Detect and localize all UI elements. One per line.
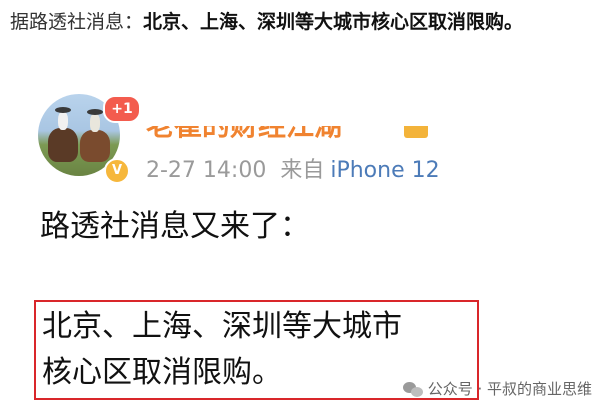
verified-badge-icon: V (104, 158, 130, 184)
rider-shape (58, 112, 68, 130)
post-text-line: 北京、上海、深圳等大城市 (42, 309, 402, 344)
page: 据路透社消息：北京、上海、深圳等大城市核心区取消限购。 +1 V 老崔的财经江湖… (0, 0, 610, 413)
caption-line: 据路透社消息：北京、上海、深圳等大城市核心区取消限购。 (10, 2, 523, 42)
post-time: 2-27 14:00 (146, 158, 267, 183)
post-from-label: 来自 (280, 158, 325, 183)
post-meta: 2-27 14:00 来自 iPhone 12 (146, 156, 440, 186)
watermark: 公众号 · 平叔的商业思维 (402, 378, 592, 400)
hat-shape (55, 107, 71, 113)
horse-shape (48, 128, 78, 162)
notification-badge: +1 (103, 95, 141, 123)
vip-icon (404, 126, 430, 140)
username[interactable]: 老崔的财经江湖 (146, 126, 342, 140)
hat-shape (87, 109, 103, 115)
post-text-line: 核心区取消限购。 (42, 355, 282, 390)
post-text-line: 路透社消息又来了： (40, 209, 310, 244)
username-clip[interactable]: 老崔的财经江湖 (140, 126, 440, 140)
rider-shape (90, 114, 100, 132)
post-device[interactable]: iPhone 12 (330, 158, 439, 183)
wechat-icon (402, 381, 423, 398)
caption-headline: 北京、上海、深圳等大城市核心区取消限购。 (143, 11, 524, 33)
caption-lead: 据路透社消息： (10, 11, 144, 33)
horse-shape (80, 130, 110, 162)
vip-icon-shape (404, 126, 428, 138)
watermark-text: 公众号 · 平叔的商业思维 (427, 380, 592, 398)
